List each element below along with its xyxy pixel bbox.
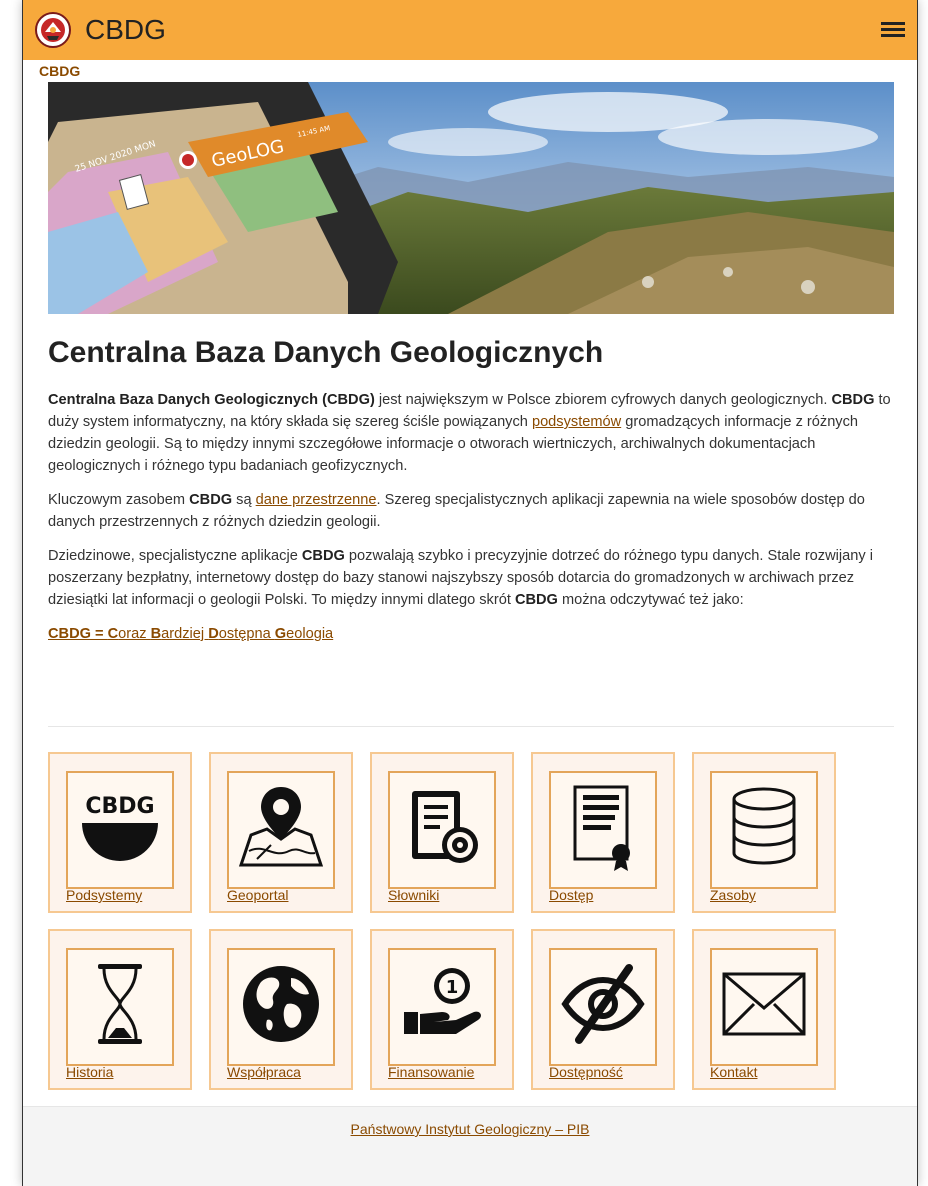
- tile-label-slowniki[interactable]: Słowniki: [388, 887, 439, 903]
- tile-label-dostepnosc[interactable]: Dostępność: [549, 1064, 623, 1080]
- tile-icon-frame: [227, 948, 335, 1066]
- subsystems-link[interactable]: podsystemów: [532, 414, 621, 430]
- page-frame: CBDG CBDG GeoLOG 25 NOV 2020 MON 11:45 A…: [22, 0, 918, 1186]
- tile-icon-frame: [710, 948, 818, 1066]
- tile-icon-frame: [66, 948, 174, 1066]
- intro-bold-name: Centralna Baza Danych Geologicznych (CBD…: [48, 392, 375, 408]
- tile-icon-frame: [549, 771, 657, 889]
- page-title: Centralna Baza Danych Geologicznych: [48, 336, 604, 369]
- apps-paragraph: Dziedzinowe, specjalistyczne aplikacje C…: [48, 545, 898, 611]
- hand-coin-icon: 1: [404, 968, 481, 1034]
- apps-text-1: Dziedzinowe, specjalistyczne aplikacje: [48, 548, 302, 564]
- acronym-paragraph: CBDG = Coraz Bardziej Dostępna Geologia: [48, 623, 898, 645]
- spatial-bold-cbdg: CBDG: [189, 492, 233, 508]
- hero-banner-image: GeoLOG 25 NOV 2020 MON 11:45 AM: [48, 82, 894, 314]
- tile-historia[interactable]: Historia: [48, 929, 192, 1090]
- cbdg-icon-text: CBDG: [85, 794, 154, 819]
- pgi-logo-icon[interactable]: [35, 12, 71, 48]
- pgi-footer-link[interactable]: Państwowy Instytut Geologiczny – PIB: [23, 1121, 917, 1137]
- apps-bold-cbdg-2: CBDG: [514, 592, 558, 608]
- coin-number: 1: [446, 977, 459, 998]
- acronym-letter-g: G: [274, 626, 287, 642]
- acronym-letter-d: D: [208, 626, 219, 642]
- tile-dostepnosc[interactable]: Dostępność: [531, 929, 675, 1090]
- top-bar: CBDG: [23, 0, 917, 60]
- tile-icon-frame: [710, 771, 818, 889]
- tile-icon-frame: [388, 771, 496, 889]
- tile-label-historia[interactable]: Historia: [66, 1064, 113, 1080]
- hamburger-menu-icon[interactable]: [881, 22, 905, 38]
- tile-icon-frame: [227, 771, 335, 889]
- acronym-word-coraz: oraz: [118, 626, 151, 642]
- tile-kontakt[interactable]: Kontakt: [692, 929, 836, 1090]
- hourglass-icon: [98, 964, 142, 1044]
- intro-paragraph: Centralna Baza Danych Geologicznych (CBD…: [48, 389, 898, 477]
- app-title[interactable]: CBDG: [85, 14, 166, 46]
- tile-geoportal[interactable]: Geoportal: [209, 752, 353, 913]
- acronym-letter-c: C: [107, 626, 119, 642]
- tile-label-geoportal[interactable]: Geoportal: [227, 887, 288, 903]
- main-content: Centralna Baza Danych Geologicznych (CBD…: [48, 389, 898, 657]
- acronym-link[interactable]: CBDG = Coraz Bardziej Dostępna Geologia: [48, 626, 333, 642]
- apps-bold-cbdg-1: CBDG: [301, 548, 345, 564]
- tile-slowniki[interactable]: Słowniki: [370, 752, 514, 913]
- spatial-data-link[interactable]: dane przestrzenne: [256, 492, 377, 508]
- envelope-icon: [722, 972, 806, 1036]
- database-icon: [732, 787, 796, 865]
- spatial-paragraph: Kluczowym zasobem CBDG są dane przestrze…: [48, 489, 898, 533]
- acronym-word-dostepna: ostępna: [218, 626, 275, 642]
- tile-zasoby[interactable]: Zasoby: [692, 752, 836, 913]
- tile-label-podsystemy[interactable]: Podsystemy: [66, 887, 142, 903]
- intro-text-1: jest największym w Polsce zbiorem cyfrow…: [374, 392, 832, 408]
- apps-text-3: można odczytywać też jako:: [557, 592, 744, 608]
- intro-bold-cbdg: CBDG: [831, 392, 875, 408]
- spatial-text-2: są: [232, 492, 256, 508]
- tile-label-finansowanie[interactable]: Finansowanie: [388, 1064, 474, 1080]
- tile-podsystemy[interactable]: CBDG Podsystemy: [48, 752, 192, 913]
- tile-icon-frame: CBDG: [66, 771, 174, 889]
- acronym-word-bardziej: ardziej: [161, 626, 209, 642]
- spatial-text-1: Kluczowym zasobem: [48, 492, 190, 508]
- tile-wspolpraca[interactable]: Współpraca: [209, 929, 353, 1090]
- tile-label-kontakt[interactable]: Kontakt: [710, 1064, 757, 1080]
- acronym-letter-b: B: [150, 626, 162, 642]
- tile-dostep[interactable]: Dostęp: [531, 752, 675, 913]
- tile-icon-frame: 1: [388, 948, 496, 1066]
- tile-label-wspolpraca[interactable]: Współpraca: [227, 1064, 301, 1080]
- book-gear-icon: [412, 791, 478, 863]
- map-pin-icon: [238, 787, 324, 867]
- cbdg-bowl-icon: CBDG: [82, 794, 158, 861]
- tile-icon-frame: [549, 948, 657, 1066]
- section-divider: [48, 726, 894, 727]
- tile-label-dostep[interactable]: Dostęp: [549, 887, 593, 903]
- page-footer: Państwowy Instytut Geologiczny – PIB: [23, 1106, 917, 1186]
- breadcrumb[interactable]: CBDG: [39, 63, 80, 79]
- tile-finansowanie[interactable]: 1 Finansowanie: [370, 929, 514, 1090]
- tile-label-zasoby[interactable]: Zasoby: [710, 887, 756, 903]
- acronym-prefix: CBDG =: [48, 626, 108, 642]
- acronym-word-geologia: eologia: [286, 626, 334, 642]
- certificate-icon: [573, 785, 630, 871]
- globe-icon: [243, 966, 319, 1042]
- eye-slash-icon: [561, 964, 645, 1044]
